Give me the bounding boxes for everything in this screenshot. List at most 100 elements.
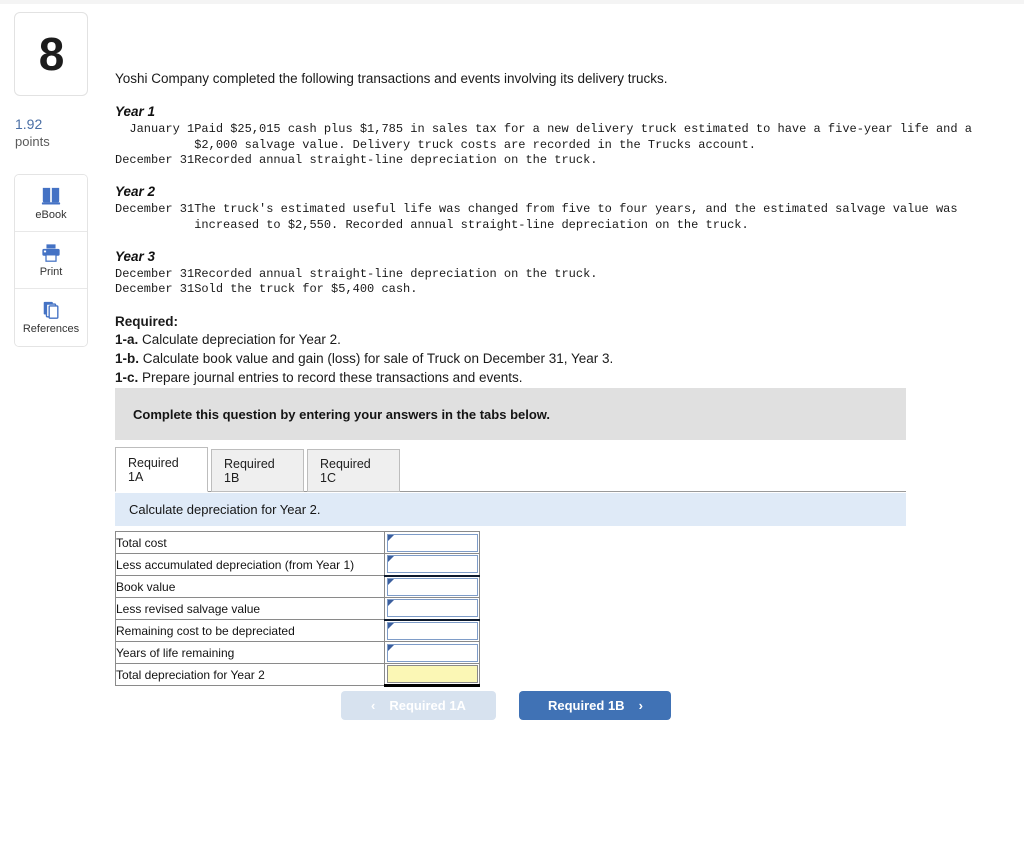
tab-label: Required 1B [224,456,275,485]
instruction-banner: Complete this question by entering your … [115,388,906,440]
answer-input[interactable] [387,555,478,574]
table-row: Years of life remaining [115,641,480,664]
ebook-button[interactable]: eBook [15,175,87,233]
references-label: References [22,323,80,336]
tab-prompt-band: Calculate depreciation for Year 2. [115,493,906,526]
row-label: Less accumulated depreciation (from Year… [115,553,385,576]
year-block-1: Year 1 January 1 Paid $25,015 cash plus … [115,104,1015,168]
row-input-cell[interactable] [384,597,480,621]
print-label: Print [39,265,63,278]
tab-required-1c[interactable]: Required 1C [307,449,400,492]
problem-intro: Yoshi Company completed the following tr… [115,71,668,86]
answer-input-total[interactable] [387,665,478,683]
event-date: December 31 [115,152,195,167]
year-block-3: Year 3 December 31 Recorded annual strai… [115,249,1015,298]
next-requirement-button[interactable]: Required 1B › [519,691,672,720]
question-number-box: 8 [14,12,88,96]
event-row: December 31 Recorded annual straight-lin… [115,267,597,282]
print-button[interactable]: Print [15,232,87,290]
required-item-1c: 1-c. Prepare journal entries to record t… [115,368,1015,387]
event-table: December 31 Recorded annual straight-lin… [115,267,597,298]
event-table: January 1 Paid $25,015 cash plus $1,785 … [115,122,972,168]
copy-pages-icon [43,302,59,320]
tool-stack: eBook Print References [14,174,88,348]
table-row: Remaining cost to be depreciated [115,619,480,642]
event-description: Paid $25,015 cash plus $1,785 in sales t… [194,122,972,152]
event-date: December 31 [115,267,195,282]
problem-statement: Yoshi Company completed the following tr… [115,70,1015,387]
requirement-tabs: Required 1A Required 1B Required 1C [115,447,906,492]
year-heading: Year 2 [115,184,156,200]
answer-input[interactable] [387,533,478,552]
event-description: Sold the truck for $5,400 cash. [194,282,418,297]
required-heading: Required: [115,313,179,329]
tab-label: Required 1C [320,456,371,485]
points-label: points [15,133,50,149]
event-row: December 31 Recorded annual straight-lin… [115,153,972,168]
required-marker: 1-c. [115,370,139,386]
tab-required-1b[interactable]: Required 1B [211,449,304,492]
table-row: Less accumulated depreciation (from Year… [115,553,480,577]
year-heading: Year 1 [115,104,156,120]
event-date: December 31 [115,282,195,297]
printer-icon [42,244,60,262]
tab-required-1a[interactable]: Required 1A [115,447,208,492]
required-text: Calculate book value and gain (loss) for… [139,350,614,366]
question-left-rail: 8 1.92 points eBook Print References [14,12,88,348]
year-heading: Year 3 [115,249,156,265]
tab-prompt-text: Calculate depreciation for Year 2. [129,502,321,517]
required-text: Calculate depreciation for Year 2. [138,331,341,347]
row-input-cell[interactable] [384,663,480,687]
event-date: January 1 [129,122,195,137]
ebook-label: eBook [35,208,67,221]
points-value: 1.92 [15,116,43,132]
row-label: Less revised salvage value [115,597,385,620]
table-row: Book value [115,575,480,598]
event-date: December 31 [115,202,195,217]
references-button[interactable]: References [15,289,87,347]
row-input-cell[interactable] [384,575,480,598]
required-section: Required: 1-a. Calculate depreciation fo… [115,314,1015,387]
next-button-label: Required 1B [547,698,625,713]
row-input-cell[interactable] [384,641,480,664]
previous-requirement-button[interactable]: ‹ Required 1A [341,691,496,720]
answer-input[interactable] [387,599,478,618]
row-label: Total depreciation for Year 2 [115,663,385,686]
table-row: Total depreciation for Year 2 [115,663,480,687]
row-input-cell[interactable] [384,531,480,554]
event-row: December 31 The truck's estimated useful… [115,202,958,233]
chevron-right-icon: › [638,698,643,713]
required-item-1a: 1-a. Calculate depreciation for Year 2. [115,330,1015,349]
row-label: Book value [115,575,385,598]
event-description: The truck's estimated useful life was ch… [194,202,958,232]
row-input-cell[interactable] [384,619,480,642]
event-row: December 31 Sold the truck for $5,400 ca… [115,282,597,297]
event-description: Recorded annual straight-line depreciati… [194,267,598,282]
event-description: Recorded annual straight-line depreciati… [194,152,598,167]
tab-label: Required 1A [128,455,179,484]
row-label: Years of life remaining [115,641,385,664]
chevron-left-icon: ‹ [371,698,376,713]
answer-input[interactable] [387,643,478,662]
answer-table: Total cost Less accumulated depreciation… [115,531,480,687]
instruction-banner-text: Complete this question by entering your … [133,406,551,422]
question-number: 8 [38,28,65,80]
required-marker: 1-b. [115,350,140,366]
event-table: December 31 The truck's estimated useful… [115,202,958,233]
table-row: Total cost [115,531,480,554]
row-label: Remaining cost to be depreciated [115,619,385,642]
previous-button-label: Required 1A [389,698,466,713]
points-block: 1.92 points [14,116,88,150]
required-text: Prepare journal entries to record these … [138,370,523,386]
answer-input[interactable] [387,577,478,596]
answer-input[interactable] [387,621,478,640]
required-marker: 1-a. [115,331,139,347]
required-item-1b: 1-b. Calculate book value and gain (loss… [115,349,1015,368]
row-input-cell[interactable] [384,553,480,577]
year-block-2: Year 2 December 31 The truck's estimated… [115,184,1015,233]
navigation-buttons: ‹ Required 1A Required 1B › [341,691,672,720]
event-row: January 1 Paid $25,015 cash plus $1,785 … [115,122,972,153]
table-row: Less revised salvage value [115,597,480,621]
row-label: Total cost [115,531,385,554]
page-top-strip [0,0,1024,4]
